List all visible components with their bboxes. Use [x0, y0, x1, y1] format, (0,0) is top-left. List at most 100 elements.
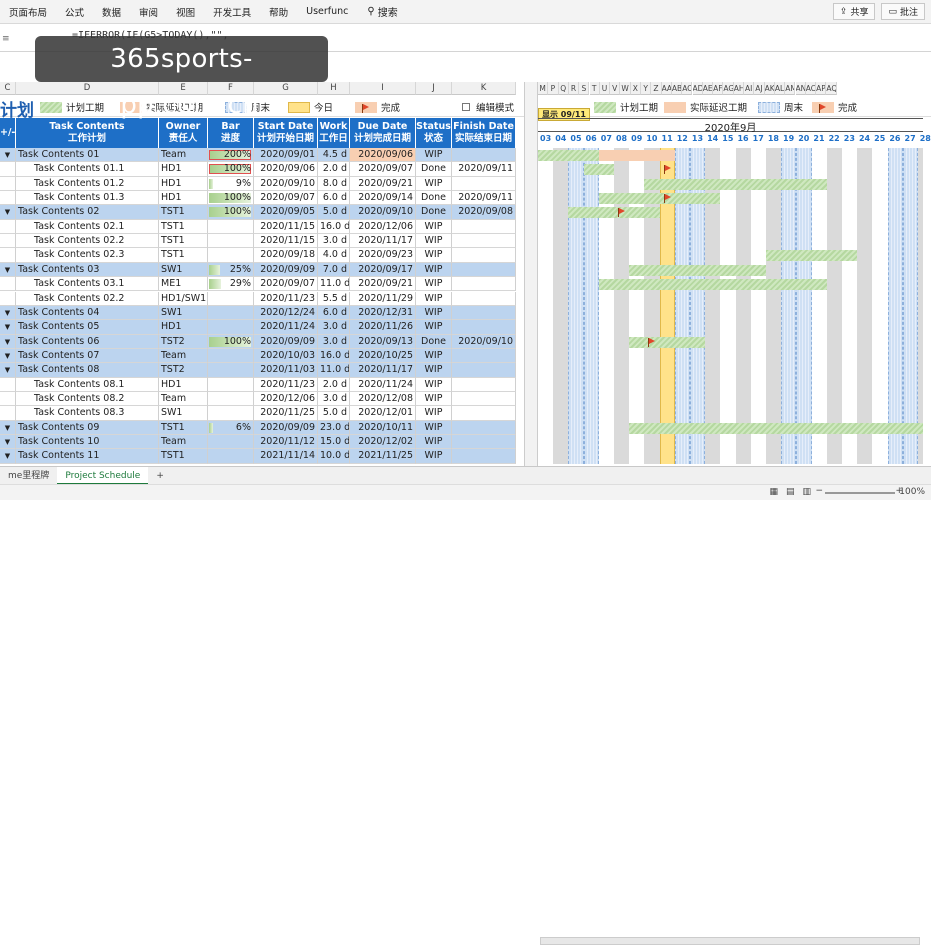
checkbox-icon[interactable] — [462, 103, 470, 111]
due-date-cell[interactable]: 2020/12/02 — [350, 435, 416, 450]
start-date-cell[interactable]: 2020/09/09 — [254, 420, 318, 435]
progress-cell[interactable] — [208, 449, 254, 464]
owner-cell[interactable]: TST1 — [159, 205, 208, 220]
work-days-cell[interactable]: 16.0 d — [318, 219, 350, 235]
task-cell[interactable]: Task Contents 01 — [16, 148, 159, 163]
collapse-toggle-icon[interactable] — [0, 391, 16, 407]
table-row[interactable]: Task Contents 01.3 HD1 100% 2020/09/07 6.0 d… — [0, 191, 516, 206]
progress-cell[interactable] — [208, 363, 254, 378]
collapse-toggle-icon[interactable]: ▼ — [0, 305, 16, 321]
due-date-cell[interactable]: 2020/11/17 — [350, 363, 416, 378]
table-row[interactable]: Task Contents 02.1 TST1 2020/11/15 16.0 d 20… — [0, 219, 516, 235]
expand-icon[interactable]: ≡ — [2, 34, 10, 44]
due-date-cell[interactable]: 2020/09/14 — [350, 191, 416, 206]
column-header[interactable]: AQ — [826, 82, 837, 95]
task-cell[interactable]: Task Contents 08.3 — [16, 406, 159, 421]
column-header[interactable]: AC — [682, 82, 693, 95]
table-row[interactable]: Task Contents 08.2 Team 2020/12/06 3.0 d 202… — [0, 391, 516, 407]
share-button[interactable]: ⇪ 共享 — [832, 3, 876, 20]
status-cell[interactable]: Done — [416, 162, 452, 177]
work-days-cell[interactable]: 7.0 d — [318, 262, 350, 278]
status-cell[interactable]: WIP — [416, 219, 452, 235]
progress-cell[interactable] — [208, 234, 254, 249]
owner-cell[interactable]: TST1 — [159, 219, 208, 235]
owner-cell[interactable]: Team — [159, 348, 208, 364]
task-cell[interactable]: Task Contents 03 — [16, 262, 159, 278]
due-date-cell[interactable]: 2020/12/06 — [350, 219, 416, 235]
ribbon-tab[interactable]: 公式 — [56, 5, 93, 19]
start-date-cell[interactable]: 2020/09/07 — [254, 191, 318, 206]
collapse-toggle-icon[interactable] — [0, 191, 16, 206]
finish-date-cell[interactable]: 2020/09/10 — [452, 334, 516, 349]
start-date-cell[interactable]: 2020/09/09 — [254, 334, 318, 349]
finish-date-cell[interactable] — [452, 277, 516, 292]
column-header[interactable]: AJ — [754, 82, 765, 95]
zoom-out-icon[interactable]: − — [815, 486, 823, 496]
due-date-cell[interactable]: 2020/10/11 — [350, 420, 416, 435]
column-header[interactable]: AL — [774, 82, 786, 95]
sheet-tab-milestone[interactable]: me里程牌 — [0, 467, 57, 485]
work-days-cell[interactable]: 5.0 d — [318, 406, 350, 421]
finish-date-cell[interactable] — [452, 248, 516, 263]
collapse-toggle-icon[interactable]: ▼ — [0, 420, 16, 435]
start-date-cell[interactable]: 2020/09/18 — [254, 248, 318, 263]
task-cell[interactable]: Task Contents 02.1 — [16, 219, 159, 235]
collapse-toggle-icon[interactable]: ▼ — [0, 449, 16, 464]
column-header[interactable]: AO — [805, 82, 817, 95]
owner-cell[interactable]: HD1/SW1 — [159, 291, 208, 306]
status-cell[interactable]: Done — [416, 205, 452, 220]
finish-date-cell[interactable] — [452, 305, 516, 321]
work-days-cell[interactable]: 6.0 d — [318, 305, 350, 321]
finish-date-cell[interactable]: 2020/09/11 — [452, 191, 516, 206]
column-header[interactable]: I — [350, 82, 416, 95]
status-cell[interactable]: WIP — [416, 348, 452, 364]
finish-date-cell[interactable] — [452, 148, 516, 163]
task-cell[interactable]: Task Contents 10 — [16, 435, 159, 450]
due-date-cell[interactable]: 2020/10/25 — [350, 348, 416, 364]
column-header[interactable]: AD — [692, 82, 703, 95]
status-cell[interactable]: WIP — [416, 262, 452, 278]
table-row[interactable]: ▼ Task Contents 07 Team 2020/10/03 16.0 d 202… — [0, 348, 516, 364]
collapse-toggle-icon[interactable] — [0, 277, 16, 292]
finish-date-cell[interactable] — [452, 377, 516, 392]
status-cell[interactable]: WIP — [416, 305, 452, 321]
column-header[interactable]: Z — [651, 82, 662, 95]
work-days-cell[interactable]: 3.0 d — [318, 320, 350, 335]
task-cell[interactable]: Task Contents 02.2 — [16, 291, 159, 306]
start-date-cell[interactable]: 2020/09/07 — [254, 277, 318, 292]
edit-mode-checkbox[interactable]: 编辑模式 — [462, 100, 514, 114]
status-cell[interactable]: WIP — [416, 449, 452, 464]
header-toggle[interactable]: +/- — [0, 118, 16, 148]
ribbon-tab[interactable]: Userfunc — [297, 6, 357, 17]
column-header[interactable]: T — [589, 82, 600, 95]
start-date-cell[interactable]: 2020/11/15 — [254, 234, 318, 249]
task-cell[interactable]: Task Contents 01.1 — [16, 162, 159, 177]
due-date-cell[interactable]: 2020/12/01 — [350, 406, 416, 421]
work-days-cell[interactable]: 5.0 d — [318, 205, 350, 220]
column-header[interactable]: AP — [816, 82, 827, 95]
due-date-cell[interactable]: 2020/11/24 — [350, 377, 416, 392]
page-layout-icon[interactable]: ▤ — [786, 487, 795, 497]
table-row[interactable]: ▼ Task Contents 09 TST1 6% 2020/09/09 23.0 d2… — [0, 420, 516, 435]
status-cell[interactable]: WIP — [416, 148, 452, 163]
start-date-cell[interactable]: 2020/11/24 — [254, 320, 318, 335]
due-date-cell[interactable]: 2020/11/17 — [350, 234, 416, 249]
table-row[interactable]: ▼ Task Contents 11 TST1 2021/11/14 10.0 d 202… — [0, 449, 516, 464]
owner-cell[interactable]: HD1 — [159, 191, 208, 206]
table-row[interactable]: ▼ Task Contents 05 HD1 2020/11/24 3.0 d 2020/… — [0, 320, 516, 335]
ribbon-tab[interactable]: 数据 — [93, 5, 130, 19]
work-days-cell[interactable]: 3.0 d — [318, 234, 350, 249]
progress-cell[interactable] — [208, 406, 254, 421]
column-header[interactable]: AA — [661, 82, 672, 95]
collapse-toggle-icon[interactable] — [0, 176, 16, 192]
start-date-cell[interactable]: 2020/09/09 — [254, 262, 318, 278]
work-days-cell[interactable]: 5.5 d — [318, 291, 350, 306]
table-row[interactable]: Task Contents 01.1 HD1 100% 2020/09/06 2.0 d… — [0, 162, 516, 177]
status-cell[interactable]: WIP — [416, 234, 452, 249]
collapse-toggle-icon[interactable] — [0, 406, 16, 421]
column-header[interactable]: K — [452, 82, 516, 95]
page-break-icon[interactable]: ▥ — [802, 487, 811, 497]
collapse-toggle-icon[interactable]: ▼ — [0, 262, 16, 278]
due-date-cell[interactable]: 2020/09/21 — [350, 277, 416, 292]
table-row[interactable]: Task Contents 08.3 SW1 2020/11/25 5.0 d 2020… — [0, 406, 516, 421]
